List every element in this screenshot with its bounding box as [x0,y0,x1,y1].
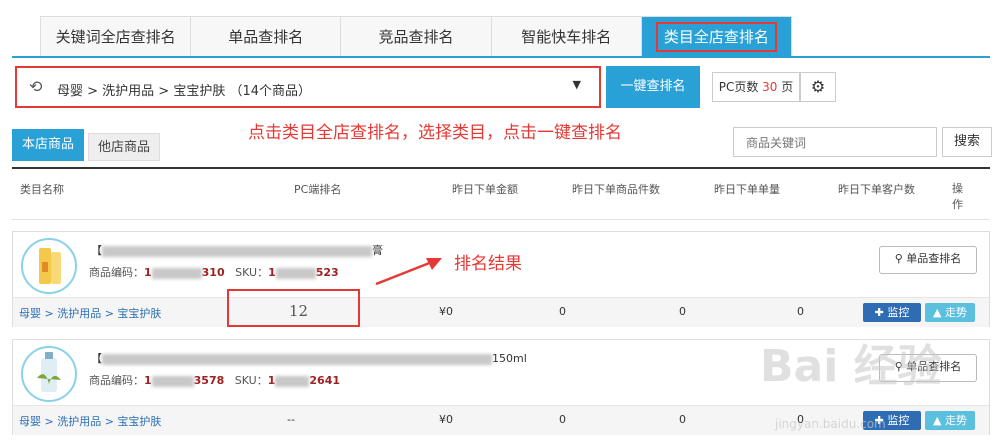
map-pin-icon: ⚲ [894,252,903,265]
col-pc-rank: PC端排名 [294,183,342,196]
monitor-button[interactable]: ✚ 监控 [863,303,921,322]
baidu-watermark: Bai 经验 [760,341,942,392]
product-codes: 商品编码：1 310 SKU：1 523 [89,264,339,280]
col-actions: 操作 [952,182,963,211]
col-order-count: 昨日下单单量 [714,183,780,196]
product-code-end: 310 [201,266,225,279]
order-items-value: 0 [559,305,566,318]
baidu-watermark-url: jingyan.baidu.com [775,417,886,431]
product-code-label: 商品编码： [89,374,144,387]
category-select-value: 母婴 > 洗护用品 > 宝宝护肤 （14个商品） [57,84,311,99]
product-card: 【膏 商品编码：1 310 SKU：1 523 ⚲ 单品查排名 母婴 > 洗护用品 … [12,231,990,327]
order-count-value: 0 [679,305,686,318]
trend-button[interactable]: ▲ 走势 [925,411,975,430]
product-title-prefix: 【 [91,244,102,257]
pc-pages-indicator[interactable]: PC页数 30 页 [712,72,800,102]
tab-single-item-rank[interactable]: 单品查排名 [191,17,342,57]
history-icon: ⟲ [29,77,43,96]
category-breadcrumb[interactable]: 母婴 > 洗护用品 > 宝宝护肤 [19,413,161,429]
pc-rank-value: -- [287,413,295,426]
product-title-suffix: 150ml [492,352,527,365]
one-click-rank-button[interactable]: 一键查排名 [606,66,700,108]
sku-label: SKU： [234,374,268,387]
product-code-end: 3578 [193,374,225,387]
col-order-items: 昨日下单商品件数 [572,183,660,196]
order-amount-value: ¥0 [439,413,453,426]
blurred-text [151,267,202,279]
single-item-rank-button[interactable]: ⚲ 单品查排名 [879,246,977,274]
sku-end: 2641 [309,374,341,387]
tab-category-store-rank-label: 类目全店查排名 [655,22,777,52]
sku-start: 1 [267,374,276,387]
annotation-rank-result: 排名结果 [454,254,522,274]
pc-pages-suffix: 页 [781,80,794,94]
monitor-label: 监控 [887,414,910,427]
order-items-value: 0 [559,413,566,426]
trend-label: 走势 [944,306,967,319]
customer-count-value: 0 [797,305,804,318]
tab-other-store-products[interactable]: 他店商品 [88,133,160,161]
product-keyword-input[interactable] [744,129,928,157]
trend-button[interactable]: ▲ 走势 [925,303,975,322]
product-stats-row: 母婴 > 洗护用品 > 宝宝护肤 12 ¥0 0 0 0 ✚ 监控 ▲ 走势 [13,297,989,327]
pc-pages-prefix: PC页数 [718,80,759,94]
table-header: 类目名称 PC端排名 昨日下单金额 昨日下单商品件数 昨日下单单量 昨日下单客户… [12,169,990,220]
pc-pages-number: 30 [762,80,778,94]
category-select[interactable]: ⟲ 母婴 > 洗护用品 > 宝宝护肤 （14个商品） ▼ [15,66,601,108]
product-title-prefix: 【 [91,352,102,365]
single-item-rank-label: 单品查排名 [906,252,962,265]
col-order-amount: 昨日下单金额 [452,183,518,196]
category-breadcrumb[interactable]: 母婴 > 洗护用品 > 宝宝护肤 [19,305,161,321]
tab-category-store-rank[interactable]: 类目全店查排名 [641,17,792,57]
keyword-search-box [733,127,937,157]
gear-icon[interactable]: ⚙ [800,72,836,102]
area-chart-icon: ▲ [933,414,942,427]
trend-label: 走势 [944,414,967,427]
rank-result-highlight [227,289,360,327]
product-image [21,346,77,402]
col-customer-count: 昨日下单客户数 [838,183,915,196]
annotation-instructions: 点击类目全店查排名，选择类目，点击一键查排名 [248,123,622,143]
product-title: 【 150ml [91,350,527,366]
sku-end: 523 [315,266,339,279]
order-count-value: 0 [679,413,686,426]
order-amount-value: ¥0 [439,305,453,318]
col-category-name: 类目名称 [20,183,64,196]
plus-icon: ✚ [874,306,884,319]
product-codes: 商品编码：1 3578 SKU：1 2641 [89,372,340,388]
blurred-text [275,267,316,279]
sku-start: 1 [268,266,276,279]
tab-competitor-rank[interactable]: 竞品查排名 [341,17,492,57]
caret-down-icon: ▼ [572,78,581,91]
product-code-label: 商品编码： [89,266,144,279]
product-image [21,238,77,294]
monitor-label: 监控 [887,306,910,319]
sku-label: SKU： [235,266,269,279]
arrow-icon [375,258,442,286]
blurred-text [102,353,492,365]
blurred-text [275,375,310,387]
tab-smart-express-rank[interactable]: 智能快车排名 [492,17,642,57]
search-button[interactable]: 搜索 [942,127,992,157]
product-title: 【膏 [91,242,383,258]
blurred-text [102,245,372,257]
rank-mode-tabs: 关键词全店查排名 单品查排名 竞品查排名 智能快车排名 类目全店查排名 [40,16,792,57]
product-code-start: 1 [144,374,152,387]
product-code-start: 1 [144,266,152,279]
tabs-underline [12,56,990,58]
tab-keyword-store-rank[interactable]: 关键词全店查排名 [41,17,192,57]
blurred-text [151,375,194,387]
area-chart-icon: ▲ [933,306,942,319]
tab-own-store-products[interactable]: 本店商品 [12,129,84,161]
